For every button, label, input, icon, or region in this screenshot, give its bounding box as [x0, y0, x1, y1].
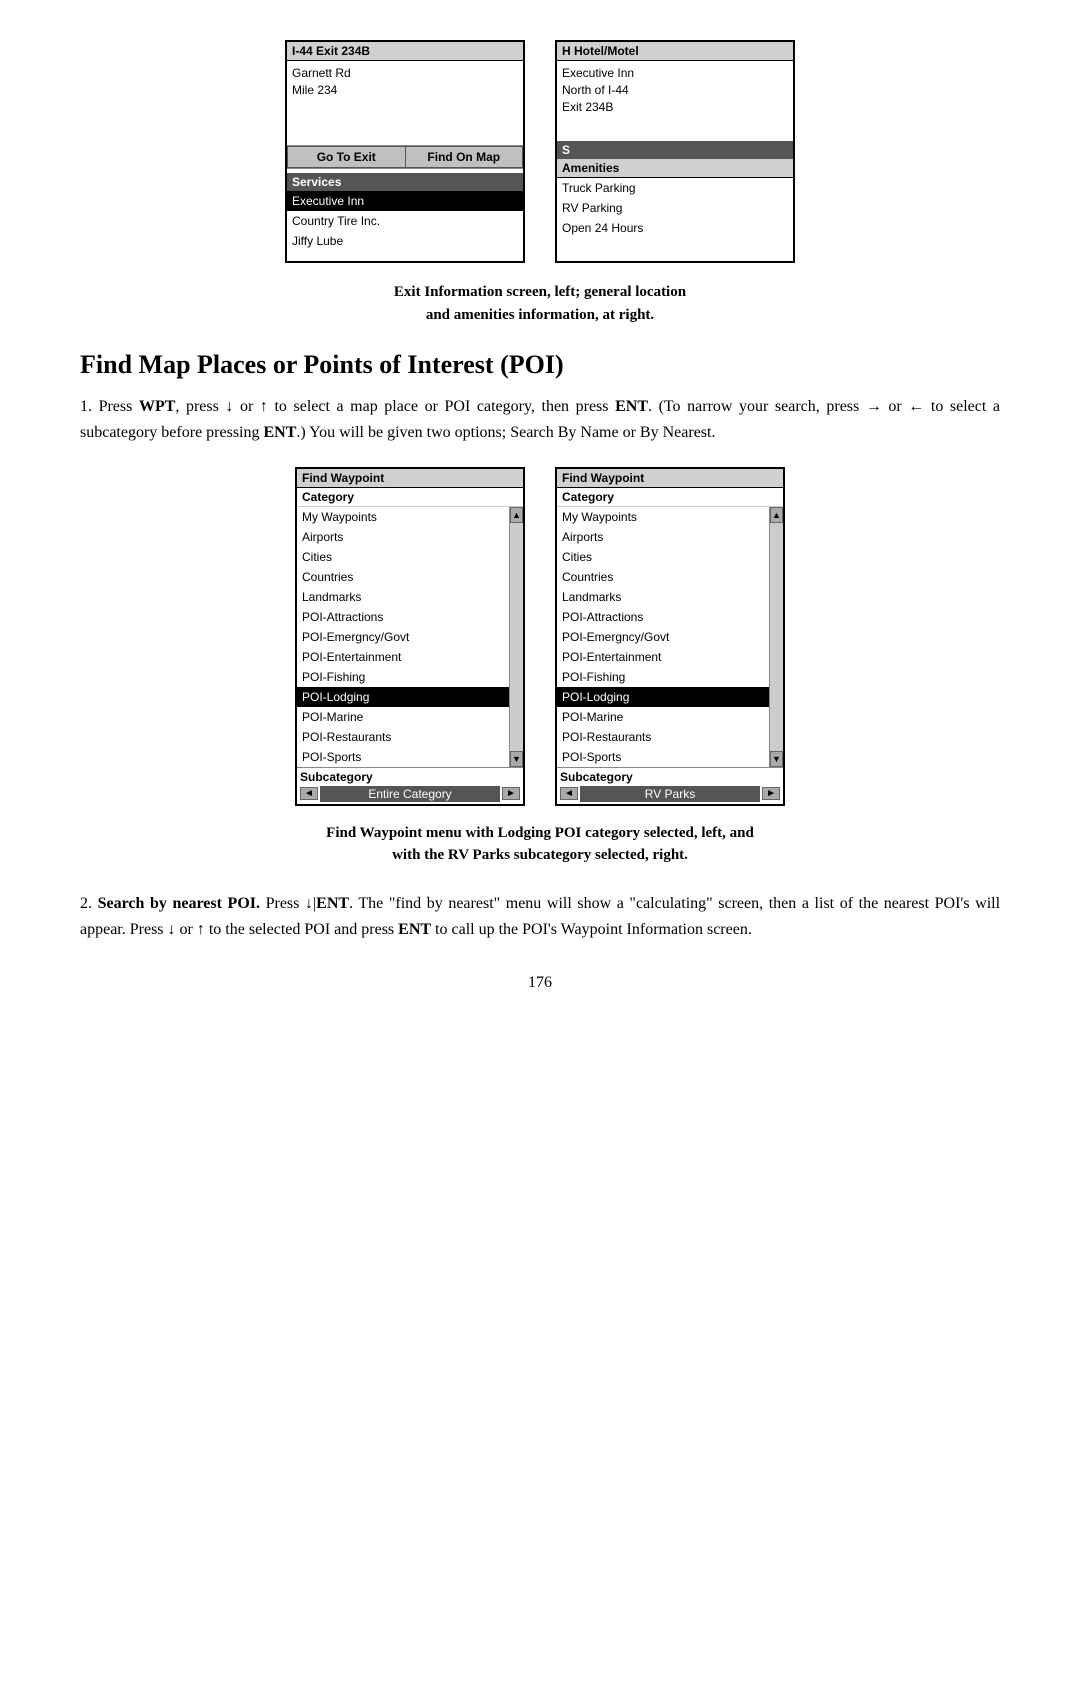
ent-bold-2: ENT [264, 424, 297, 441]
right-subcategory-right-arrow[interactable]: ► [762, 787, 780, 800]
page-content: I-44 Exit 234B Garnett Rd Mile 234 Go To… [80, 40, 1000, 992]
right-wp-items: My Waypoints Airports Cities Countries L… [557, 507, 769, 767]
services-label: Services [287, 173, 523, 191]
left-wp-subcategory-section: Subcategory ◄ Entire Category ► [297, 767, 523, 804]
right-screen-content: Executive Inn North of I-44 Exit 234B [557, 61, 793, 141]
right-waypoint-screen: Find Waypoint Category My Waypoints Airp… [555, 467, 785, 806]
subcategory-left-arrow[interactable]: ◄ [300, 787, 318, 800]
amenity-item-2: RV Parking [557, 198, 793, 218]
top-caption-line1: Exit Information screen, left; general l… [394, 284, 686, 300]
right-wp-list-wrapper: My Waypoints Airports Cities Countries L… [557, 507, 783, 767]
amenity-item-3: Open 24 Hours [557, 218, 793, 238]
ent-bold-3: ENT [316, 895, 349, 912]
right-wp-title: Find Waypoint [557, 469, 783, 488]
left-scrollbar[interactable]: ▲ ▼ [509, 507, 523, 767]
service-item-1[interactable]: Executive Inn [287, 191, 523, 211]
right-section-label: S [557, 141, 793, 159]
wp-item-left-5[interactable]: POI-Attractions [297, 607, 509, 627]
wpt-bold: WPT [139, 398, 175, 415]
wp-item-right-9-selected[interactable]: POI-Lodging [557, 687, 769, 707]
right-scrollbar[interactable]: ▲ ▼ [769, 507, 783, 767]
wp-item-left-0[interactable]: My Waypoints [297, 507, 509, 527]
amenity-item-1: Truck Parking [557, 178, 793, 198]
wp-item-right-1[interactable]: Airports [557, 527, 769, 547]
left-subcategory-value[interactable]: Entire Category [320, 786, 500, 802]
scroll-down-arrow[interactable]: ▼ [510, 751, 523, 767]
wp-item-right-7[interactable]: POI-Entertainment [557, 647, 769, 667]
amenities-label: Amenities [557, 159, 793, 178]
wp-item-left-9-selected[interactable]: POI-Lodging [297, 687, 509, 707]
top-caption: Exit Information screen, left; general l… [80, 281, 1000, 326]
left-wp-items: My Waypoints Airports Cities Countries L… [297, 507, 509, 767]
scroll-up-arrow[interactable]: ▲ [510, 507, 523, 523]
search-by-nearest-bold: Search by nearest POI. [98, 895, 260, 912]
section-heading: Find Map Places or Points of Interest (P… [80, 350, 1000, 380]
wp-item-right-3[interactable]: Countries [557, 567, 769, 587]
right-subcategory-left-arrow[interactable]: ◄ [560, 787, 578, 800]
right-info-line-2: North of I-44 [562, 82, 788, 99]
wp-item-left-2[interactable]: Cities [297, 547, 509, 567]
right-wp-subcategory-section: Subcategory ◄ RV Parks ► [557, 767, 783, 804]
wp-item-left-10[interactable]: POI-Marine [297, 707, 509, 727]
wp-item-right-4[interactable]: Landmarks [557, 587, 769, 607]
wp-item-right-2[interactable]: Cities [557, 547, 769, 567]
right-subcategory-value[interactable]: RV Parks [580, 786, 760, 802]
top-caption-line2: and amenities information, at right. [426, 307, 654, 323]
left-wp-category-label: Category [297, 488, 523, 507]
left-screen-content: Garnett Rd Mile 234 [287, 61, 523, 141]
right-info-line-1: Executive Inn [562, 65, 788, 82]
wp-item-left-3[interactable]: Countries [297, 567, 509, 587]
right-scroll-down-arrow[interactable]: ▼ [770, 751, 783, 767]
services-list: Executive Inn Country Tire Inc. Jiffy Lu… [287, 191, 523, 261]
left-wp-list-wrapper: My Waypoints Airports Cities Countries L… [297, 507, 523, 767]
wp-item-right-10[interactable]: POI-Marine [557, 707, 769, 727]
ent-bold-4: ENT [398, 921, 431, 938]
right-hotel-screen: H Hotel/Motel Executive Inn North of I-4… [555, 40, 795, 263]
left-info-line-1: Garnett Rd [292, 65, 518, 82]
wp-item-right-0[interactable]: My Waypoints [557, 507, 769, 527]
service-item-2[interactable]: Country Tire Inc. [287, 211, 523, 231]
amenities-list: Truck Parking RV Parking Open 24 Hours [557, 178, 793, 248]
right-scroll-up-arrow[interactable]: ▲ [770, 507, 783, 523]
left-wp-title: Find Waypoint [297, 469, 523, 488]
left-wp-subcategory-row: ◄ Entire Category ► [300, 786, 520, 802]
wp-item-left-11[interactable]: POI-Restaurants [297, 727, 509, 747]
go-to-exit-button[interactable]: Go To Exit [287, 146, 406, 168]
wp-caption-line1: Find Waypoint menu with Lodging POI cate… [326, 825, 754, 841]
wp-item-right-12[interactable]: POI-Sports [557, 747, 769, 767]
waypoint-screenshots-row: Find Waypoint Category My Waypoints Airp… [80, 467, 1000, 806]
left-info-line-2: Mile 234 [292, 82, 518, 99]
wp-item-right-5[interactable]: POI-Attractions [557, 607, 769, 627]
left-wp-subcategory-label: Subcategory [300, 770, 520, 786]
wp-item-right-8[interactable]: POI-Fishing [557, 667, 769, 687]
waypoint-caption: Find Waypoint menu with Lodging POI cate… [80, 822, 1000, 867]
wp-caption-line2: with the RV Parks subcategory selected, … [392, 847, 688, 863]
right-wp-subcategory-row: ◄ RV Parks ► [560, 786, 780, 802]
wp-item-left-6[interactable]: POI-Emergncy/Govt [297, 627, 509, 647]
screen-buttons-row: Go To Exit Find On Map [287, 145, 523, 169]
top-screenshots-row: I-44 Exit 234B Garnett Rd Mile 234 Go To… [80, 40, 1000, 263]
wp-item-left-1[interactable]: Airports [297, 527, 509, 547]
left-waypoint-screen: Find Waypoint Category My Waypoints Airp… [295, 467, 525, 806]
right-wp-category-label: Category [557, 488, 783, 507]
body-paragraph-2: 2. Search by nearest POI. Press ↓|ENT. T… [80, 891, 1000, 944]
ent-bold-1: ENT [615, 398, 648, 415]
subcategory-right-arrow[interactable]: ► [502, 787, 520, 800]
wp-item-left-7[interactable]: POI-Entertainment [297, 647, 509, 667]
wp-item-left-8[interactable]: POI-Fishing [297, 667, 509, 687]
page-number: 176 [80, 974, 1000, 992]
find-on-map-button[interactable]: Find On Map [406, 146, 524, 168]
wp-item-left-4[interactable]: Landmarks [297, 587, 509, 607]
right-screen-title: H Hotel/Motel [557, 42, 793, 61]
left-screen-title: I-44 Exit 234B [287, 42, 523, 61]
wp-item-right-6[interactable]: POI-Emergncy/Govt [557, 627, 769, 647]
body-paragraph-1: 1. Press WPT, press ↓ or ↑ to select a m… [80, 394, 1000, 447]
right-wp-subcategory-label: Subcategory [560, 770, 780, 786]
wp-item-left-12[interactable]: POI-Sports [297, 747, 509, 767]
right-info-line-3: Exit 234B [562, 99, 788, 116]
wp-item-right-11[interactable]: POI-Restaurants [557, 727, 769, 747]
left-exit-screen: I-44 Exit 234B Garnett Rd Mile 234 Go To… [285, 40, 525, 263]
service-item-3[interactable]: Jiffy Lube [287, 231, 523, 251]
